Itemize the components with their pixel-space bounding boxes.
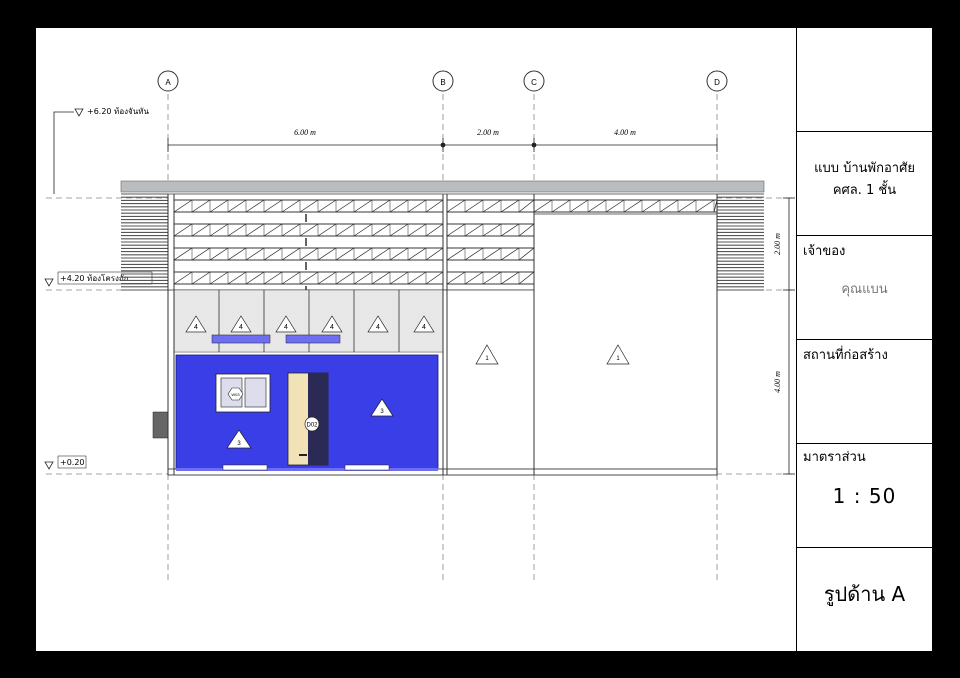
scale-value: 1 : 50 bbox=[832, 484, 897, 508]
drawing-sheet: A B C D 6.00 m 2.00 m 4.00 m 2.00 m 4.00… bbox=[36, 28, 932, 651]
svg-text:A: A bbox=[165, 78, 171, 87]
dimension-line-top bbox=[167, 138, 718, 152]
grid-bubble-d: D bbox=[706, 70, 728, 92]
sheet-title-cell: รูปด้าน A bbox=[797, 548, 932, 651]
elevation-drawing: A B C D 6.00 m 2.00 m 4.00 m 2.00 m 4.00… bbox=[44, 70, 796, 583]
vent-right bbox=[344, 464, 390, 471]
level-floor-label: +0.20 bbox=[60, 458, 85, 467]
meter-box bbox=[152, 411, 169, 439]
svg-text:D: D bbox=[714, 78, 720, 87]
grid-bubble-a: A bbox=[157, 70, 179, 92]
window bbox=[215, 373, 271, 413]
panel-right-large bbox=[533, 213, 718, 473]
dimension-bc: 2.00 m bbox=[477, 128, 499, 137]
dimension-lower-height: 4.00 m bbox=[773, 371, 782, 393]
dimension-ab: 6.00 m bbox=[294, 128, 316, 137]
level-truss-label: +4.20 ท้องโครงถัก bbox=[60, 273, 129, 283]
svg-text:4: 4 bbox=[376, 324, 380, 331]
project-cell: แบบ บ้านพักอาศัย คศล. 1 ชั้น bbox=[797, 132, 932, 236]
project-name-line1: แบบ บ้านพักอาศัย bbox=[814, 161, 915, 176]
svg-text:4: 4 bbox=[284, 324, 288, 331]
door bbox=[287, 372, 329, 466]
svg-text:4: 4 bbox=[330, 324, 334, 331]
svg-text:4: 4 bbox=[422, 324, 426, 331]
vent-left bbox=[222, 464, 268, 471]
scale-label: มาตราส่วน bbox=[803, 450, 866, 465]
project-name-line2: คศล. 1 ชั้น bbox=[832, 183, 897, 198]
owner-label: เจ้าของ bbox=[803, 244, 846, 259]
dimension-upper-height: 2.00 m bbox=[773, 233, 782, 255]
site-label: สถานที่ก่อสร้าง bbox=[803, 348, 888, 363]
window-header bbox=[211, 334, 271, 344]
owner-value: คุณแบน bbox=[841, 282, 888, 297]
title-block: แบบ บ้านพักอาศัย คศล. 1 ชั้น เจ้าของ คุณ… bbox=[796, 28, 932, 651]
title-block-top bbox=[797, 28, 932, 132]
grid-bubble-b: B bbox=[432, 70, 454, 92]
site-cell: สถานที่ก่อสร้าง bbox=[797, 340, 932, 444]
svg-text:4: 4 bbox=[239, 324, 243, 331]
svg-text:4: 4 bbox=[194, 324, 198, 331]
owner-cell: เจ้าของ คุณแบน bbox=[797, 236, 932, 340]
level-marker-roof bbox=[53, 108, 84, 194]
sheet-title: รูปด้าน A bbox=[823, 582, 906, 606]
roof-edge bbox=[120, 180, 765, 193]
roof-louvers-right bbox=[717, 193, 764, 291]
scale-cell: มาตราส่วน 1 : 50 bbox=[797, 444, 932, 548]
dimension-line-right bbox=[783, 197, 795, 475]
grid-bubble-c: C bbox=[523, 70, 545, 92]
level-roof-label: +6.20 ท้องจันทัน bbox=[87, 107, 149, 116]
wall-sill bbox=[176, 468, 438, 471]
window-tag: W03 bbox=[231, 392, 240, 397]
panel-middle bbox=[442, 289, 535, 473]
svg-text:B: B bbox=[440, 78, 445, 87]
svg-text:C: C bbox=[531, 78, 537, 87]
door-tag: D02 bbox=[306, 423, 318, 429]
dimension-cd: 4.00 m bbox=[614, 128, 636, 137]
door-header bbox=[285, 334, 341, 344]
